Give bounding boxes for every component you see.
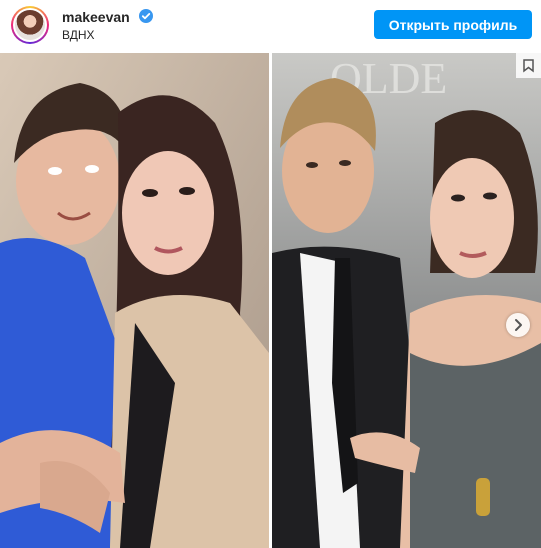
verified-badge-icon <box>139 9 153 23</box>
post-image-collage: OLDE <box>0 53 541 548</box>
post-header: makeevan ВДНХ Открыть профиль <box>0 0 541 53</box>
avatar[interactable] <box>11 6 49 44</box>
post-image[interactable]: OLDE <box>0 53 541 548</box>
location-link[interactable]: ВДНХ <box>62 28 95 42</box>
bookmark-icon[interactable] <box>516 53 541 78</box>
chevron-right-icon[interactable] <box>506 313 530 337</box>
left-photo <box>0 53 269 548</box>
avatar-photo <box>15 10 45 40</box>
open-profile-button[interactable]: Открыть профиль <box>374 10 532 39</box>
username-link[interactable]: makeevan <box>62 9 130 25</box>
right-photo: OLDE <box>272 53 541 548</box>
